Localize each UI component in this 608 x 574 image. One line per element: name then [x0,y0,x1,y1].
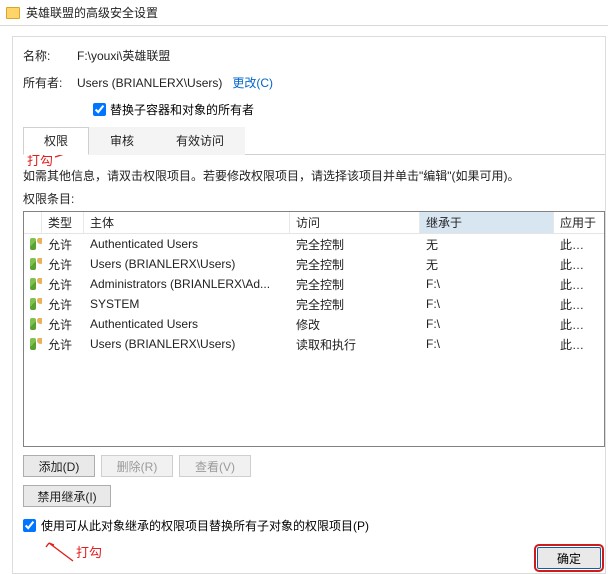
col-applies[interactable]: 应用于 [554,212,602,233]
cell-inherited: F:\ [420,317,554,331]
cell-principal: Administrators (BRIANLERX\Ad... [84,277,290,291]
cell-applies: 此文件夹 [554,296,602,313]
cell-access: 读取和执行 [290,336,420,353]
cell-type: 允许 [42,336,84,353]
tab-permissions[interactable]: 权限 [23,127,89,155]
cell-applies: 此文件夹 [554,256,602,273]
cell-type: 允许 [42,276,84,293]
permissions-table: 类型 主体 访问 继承于 应用于 允许Authenticated Users完全… [23,211,605,447]
permissions-list-label: 权限条目: [23,190,605,207]
cell-access: 完全控制 [290,276,420,293]
advanced-security-window: 英雄联盟的高级安全设置 名称: F:\youxi\英雄联盟 所有者: Users… [0,0,608,574]
table-row[interactable]: 允许Users (BRIANLERX\Users)读取和执行F:\此文件夹 [24,334,604,354]
principal-icon [24,258,42,270]
hint-text: 如需其他信息，请双击权限项目。若要修改权限项目，请选择该项目并单击"编辑"(如果… [23,167,605,184]
cell-access: 完全控制 [290,256,420,273]
cell-type: 允许 [42,296,84,313]
col-principal[interactable]: 主体 [84,212,290,233]
cell-inherited: 无 [420,236,554,253]
annotation-check-2: 打勾 [76,542,102,561]
table-row[interactable]: 允许Users (BRIANLERX\Users)完全控制无此文件夹 [24,254,604,274]
object-name-row: 名称: F:\youxi\英雄联盟 [23,47,605,64]
col-inherited[interactable]: 继承于 [420,212,554,233]
principal-icon [24,298,42,310]
cell-inherited: 无 [420,256,554,273]
cell-type: 允许 [42,316,84,333]
table-row[interactable]: 允许Authenticated Users修改F:\此文件夹 [24,314,604,334]
cell-principal: Authenticated Users [84,237,290,251]
replace-owner-checkbox[interactable] [93,103,106,116]
disable-inherit-button[interactable]: 禁用继承(I) [23,485,111,507]
ok-button[interactable]: 确定 [537,547,601,569]
principal-icon [24,318,42,330]
replace-child-checkbox-row: 使用可从此对象继承的权限项目替换所有子对象的权限项目(P) [23,517,605,534]
cell-inherited: F:\ [420,277,554,291]
cell-applies: 此文件夹 [554,316,602,333]
arrow-icon [45,541,79,555]
replace-child-label: 使用可从此对象继承的权限项目替换所有子对象的权限项目(P) [41,517,369,534]
table-header: 类型 主体 访问 继承于 应用于 [24,212,604,234]
cell-applies: 此文件夹 [554,236,602,253]
remove-button: 删除(R) [101,455,173,477]
cell-access: 完全控制 [290,296,420,313]
cell-principal: Authenticated Users [84,317,290,331]
folder-icon [6,7,20,19]
col-access[interactable]: 访问 [290,212,420,233]
name-value: F:\youxi\英雄联盟 [77,47,170,64]
tabs: 权限 审核 有效访问 [23,126,605,155]
col-type[interactable]: 类型 [42,212,84,233]
cell-principal: Users (BRIANLERX\Users) [84,337,290,351]
cell-principal: SYSTEM [84,297,290,311]
replace-owner-label: 替换子容器和对象的所有者 [110,101,254,118]
cell-applies: 此文件夹 [554,336,602,353]
add-button[interactable]: 添加(D) [23,455,95,477]
cell-inherited: F:\ [420,337,554,351]
principal-icon [24,338,42,350]
cell-type: 允许 [42,236,84,253]
principal-icon [24,238,42,250]
change-owner-link[interactable]: 更改(C) [232,74,273,91]
table-row[interactable]: 允许Authenticated Users完全控制无此文件夹 [24,234,604,254]
table-row[interactable]: 允许SYSTEM完全控制F:\此文件夹 [24,294,604,314]
principal-icon [24,278,42,290]
cell-principal: Users (BRIANLERX\Users) [84,257,290,271]
replace-owner-checkbox-row: 替换子容器和对象的所有者 [93,101,605,118]
owner-value: Users (BRIANLERX\Users) [77,76,222,90]
col-icon[interactable] [24,212,42,233]
permission-buttons: 添加(D) 删除(R) 查看(V) [23,455,605,477]
table-row[interactable]: 允许Administrators (BRIANLERX\Ad...完全控制F:\… [24,274,604,294]
cell-inherited: F:\ [420,297,554,311]
view-button: 查看(V) [179,455,251,477]
owner-label: 所有者: [23,74,77,91]
owner-row: 所有者: Users (BRIANLERX\Users) 更改(C) [23,74,605,91]
tab-audit[interactable]: 审核 [89,127,155,155]
cell-type: 允许 [42,256,84,273]
tab-effective-access[interactable]: 有效访问 [155,127,245,155]
cell-applies: 此文件夹 [554,276,602,293]
titlebar: 英雄联盟的高级安全设置 [0,0,608,26]
window-title: 英雄联盟的高级安全设置 [26,4,158,21]
cell-access: 完全控制 [290,236,420,253]
dialog-body: 名称: F:\youxi\英雄联盟 所有者: Users (BRIANLERX\… [12,36,606,574]
ok-button-label: 确定 [557,550,581,567]
replace-child-checkbox[interactable] [23,519,36,532]
cell-access: 修改 [290,316,420,333]
name-label: 名称: [23,47,77,64]
